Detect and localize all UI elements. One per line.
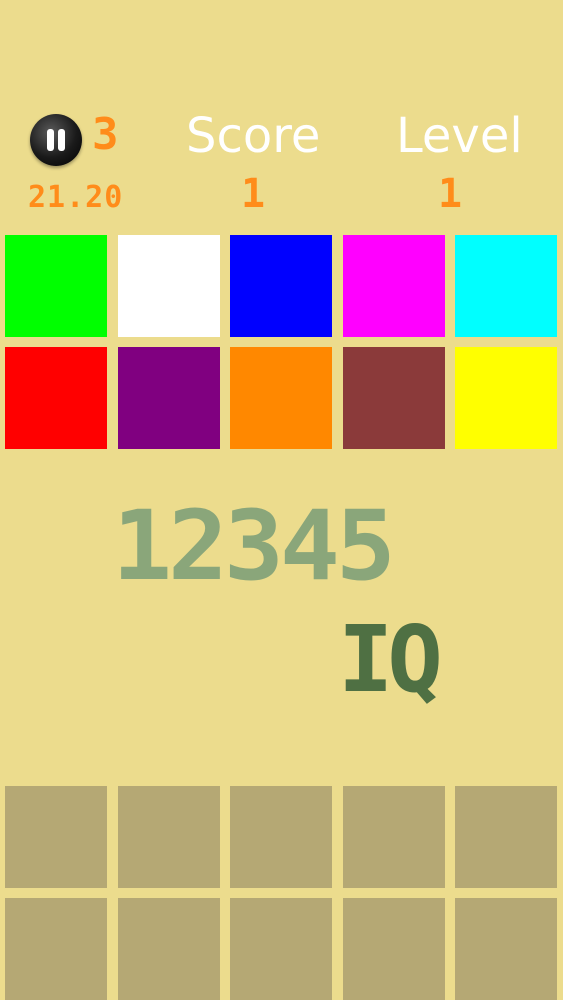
answer-slot[interactable] — [117, 898, 220, 1000]
score-value: 1 — [240, 171, 266, 217]
color-swatch-purple[interactable] — [117, 347, 220, 449]
color-swatch-cyan[interactable] — [455, 235, 557, 337]
answer-slot[interactable] — [230, 898, 332, 1000]
color-swatch-white[interactable] — [117, 235, 220, 337]
color-palette — [5, 235, 557, 449]
level-value: 1 — [437, 171, 463, 217]
iq-label: IQ — [338, 606, 443, 713]
answer-slot[interactable] — [230, 786, 332, 888]
lives-count: 3 — [92, 109, 119, 160]
color-swatch-green[interactable] — [5, 235, 107, 337]
answer-slot[interactable] — [455, 898, 557, 1000]
answer-slot[interactable] — [5, 898, 107, 1000]
color-swatch-red[interactable] — [5, 347, 107, 449]
color-swatch-brown[interactable] — [342, 347, 445, 449]
color-swatch-magenta[interactable] — [342, 235, 445, 337]
pause-button[interactable] — [30, 114, 82, 166]
answer-slots — [5, 786, 557, 1000]
answer-slot[interactable] — [5, 786, 107, 888]
answer-slot[interactable] — [342, 786, 445, 888]
answer-slot[interactable] — [455, 786, 557, 888]
timer: 21.20 — [28, 180, 124, 215]
number-sequence: 12345 — [112, 490, 396, 602]
score-label: Score — [186, 108, 321, 164]
level-label: Level — [396, 108, 523, 164]
answer-slot[interactable] — [342, 898, 445, 1000]
color-swatch-yellow[interactable] — [455, 347, 557, 449]
answer-slot[interactable] — [117, 786, 220, 888]
color-swatch-orange[interactable] — [230, 347, 332, 449]
color-swatch-blue[interactable] — [230, 235, 332, 337]
